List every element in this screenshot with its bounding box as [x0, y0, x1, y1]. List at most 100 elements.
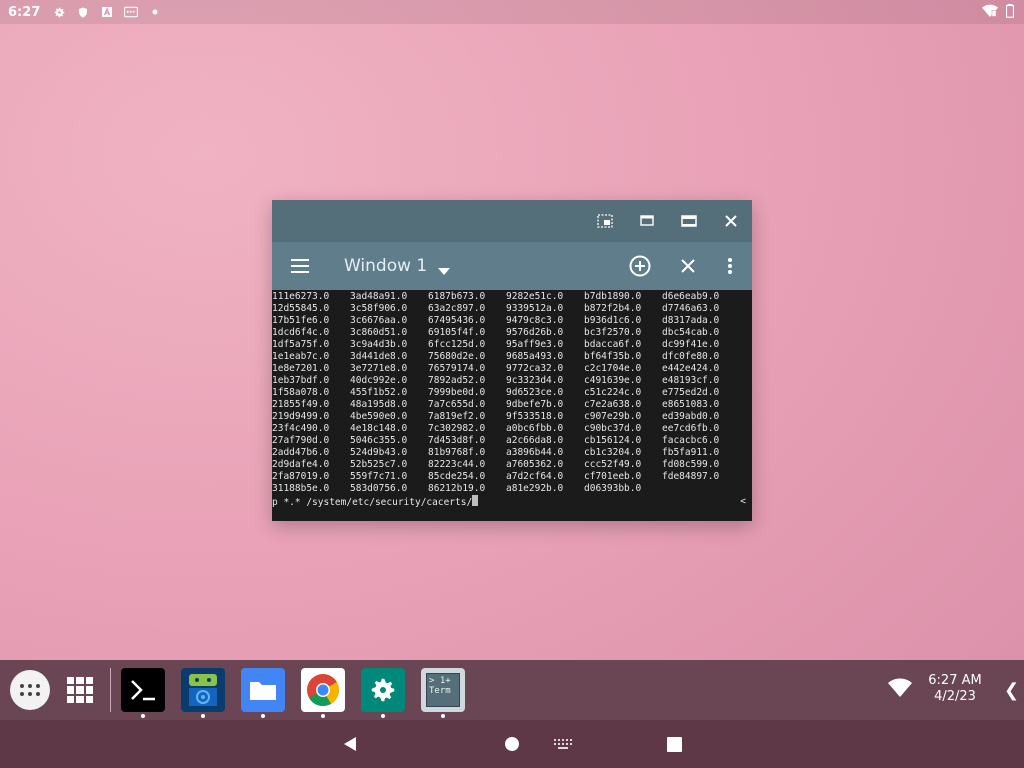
terminal-cell: 23f4c490.0 [272, 423, 330, 434]
recents-icon [666, 736, 682, 752]
terminal-cell: c7e2a638.0 [584, 399, 642, 410]
tray-clock[interactable]: 6:27 AM 4/2/23 [928, 673, 982, 705]
terminal-cell: b872f2b4.0 [584, 303, 642, 314]
terminal-cell: 2fa87019.0 [272, 471, 330, 482]
status-time: 6:27 [8, 4, 41, 20]
terminal-output[interactable]: 111e6273.0 3ad48a91.0 6187b673.0 9282e51c.0… [272, 290, 752, 521]
terminal-cell: 1dcd6f4c.0 [272, 327, 330, 338]
maximize-button[interactable] [668, 200, 710, 242]
terminal-cell: 9282e51c.0 [506, 291, 564, 302]
window-dropdown[interactable] [438, 260, 450, 279]
maximize-icon [681, 215, 697, 227]
window-title[interactable]: Window 1 [344, 256, 427, 276]
restore-button[interactable] [626, 200, 668, 242]
new-window-button[interactable] [628, 254, 652, 278]
terminal-cell: dbc54cab.0 [662, 327, 720, 338]
overview-grid-button[interactable] [66, 676, 94, 704]
terminal-cell: fb5fa911.0 [662, 447, 720, 458]
terminal-cell: 95aff9e3.0 [506, 339, 564, 350]
terminal-cell: 3c9a4d3b.0 [350, 339, 408, 350]
term-app[interactable]: > 1+ Term [421, 668, 465, 712]
terminal-cell: c51c224c.0 [584, 387, 642, 398]
terminal-cell: 85cde254.0 [428, 471, 486, 482]
pip-button[interactable] [584, 200, 626, 242]
hamburger-icon [291, 259, 309, 273]
tray-chevron-button[interactable]: ❮ [1004, 680, 1019, 701]
recents-button[interactable] [664, 734, 684, 754]
terminal-line: 27af790d.0 5046c355.0 7d453d8f.0 a2c66da8.0… [272, 435, 752, 447]
taskbar-divider [110, 668, 111, 712]
text-cursor [472, 495, 479, 506]
terminal-cell: c90bc37d.0 [584, 423, 642, 434]
running-indicator [261, 714, 265, 718]
terminal-cell: 5046c355.0 [350, 435, 408, 446]
terminal-app[interactable] [121, 668, 165, 712]
close-window-button[interactable] [710, 200, 752, 242]
terminal-cell: ee7cd6fb.0 [662, 423, 720, 434]
menu-button[interactable] [288, 254, 312, 278]
terminal-cell: c907e29b.0 [584, 411, 642, 422]
terminal-cell: 3e7271e8.0 [350, 363, 408, 374]
terminal-cell: 6fcc125d.0 [428, 339, 486, 350]
terminal-cell: 7892ad52.0 [428, 375, 486, 386]
terminal-cell: cb1c3204.0 [584, 447, 642, 458]
close-session-button[interactable] [676, 254, 700, 278]
back-button[interactable] [340, 734, 360, 754]
dot-icon [148, 5, 162, 19]
terminal-window[interactable]: Window 1 111e6273.0 3ad48a91.0 6187b673.0 9… [272, 200, 752, 521]
terminal-cell: a7605362.0 [506, 459, 564, 470]
tray-date: 4/2/23 [934, 689, 976, 704]
terminal-cell: 63a2c897.0 [428, 303, 486, 314]
window-titlebar[interactable] [272, 200, 752, 242]
terminal-cell: 3c58f906.0 [350, 303, 408, 314]
terminal-cell: 524d9b43.0 [350, 447, 408, 458]
terminal-line: 17b51fe6.0 3c6676aa.0 67495436.0 9479c8c3.0… [272, 315, 752, 327]
prompt-text: p *.* /system/etc/security/cacerts/ [272, 497, 473, 508]
ime-switch-button[interactable] [553, 734, 573, 754]
terminal-cell: bf64f35b.0 [584, 351, 642, 362]
add-circle-icon [629, 255, 651, 277]
keyboard-icon [124, 5, 139, 19]
files-app[interactable] [241, 668, 285, 712]
terminal-cell: 3c860d51.0 [350, 327, 408, 338]
navigation-bar [0, 720, 1024, 768]
dropdown-arrow-icon [438, 268, 450, 275]
terminal-cell: 2add47b6.0 [272, 447, 330, 458]
chrome-icon [307, 674, 340, 707]
terminal-cell: a81e292b.0 [506, 483, 564, 494]
terminal-cell: 9f533518.0 [506, 411, 564, 422]
terminal-cell: d8317ada.0 [662, 315, 720, 326]
terminal-line: 1eb37bdf.0 40dc992e.0 7892ad52.0 9c3323d4.0… [272, 375, 752, 387]
terminal-cell: e775ed2d.0 [662, 387, 720, 398]
terminal-cell: 3ad48a91.0 [350, 291, 408, 302]
home-button[interactable] [502, 734, 522, 754]
terminal-cell: 17b51fe6.0 [272, 315, 330, 326]
terminal-cell: 6187b673.0 [428, 291, 486, 302]
android-app[interactable] [181, 668, 225, 712]
grid-icon [67, 677, 93, 703]
overflow-menu-button[interactable] [718, 254, 742, 278]
app-launcher-button[interactable] [10, 670, 50, 710]
terminal-cell: fd08c599.0 [662, 459, 720, 470]
terminal-line: 2fa87019.0 559f7c71.0 85cde254.0 a7d2cf64.0… [272, 471, 752, 483]
tray-time: 6:27 AM [928, 673, 982, 688]
terminal-cell: c491639e.0 [584, 375, 642, 386]
wifi-icon [982, 4, 998, 22]
terminal-cell: d06393bb.0 [584, 483, 642, 494]
terminal-cell [662, 483, 740, 495]
running-indicator [441, 714, 445, 718]
terminal-cell: 1e1eab7c.0 [272, 351, 330, 362]
settings-app[interactable] [361, 668, 405, 712]
scroll-hint[interactable]: < [740, 496, 746, 508]
terminal-cell: 7c302982.0 [428, 423, 486, 434]
terminal-cell: 48a195d8.0 [350, 399, 408, 410]
status-right [982, 4, 1015, 22]
terminal-prompt[interactable]: p *.* /system/etc/security/cacerts/ [272, 495, 752, 509]
terminal-cell: 9479c8c3.0 [506, 315, 564, 326]
term-icon: > 1+ Term [426, 673, 460, 707]
terminal-line: 1f58a078.0 455f1b52.0 7999be0d.0 9d6523ce.0… [272, 387, 752, 399]
terminal-line: 23f4c490.0 4e18c148.0 7c302982.0 a0bc6fbb.0… [272, 423, 752, 435]
wifi-icon[interactable] [888, 678, 912, 702]
chrome-app[interactable] [301, 668, 345, 712]
terminal-line: 219d9499.0 4be590e0.0 7a819ef2.0 9f533518.0… [272, 411, 752, 423]
